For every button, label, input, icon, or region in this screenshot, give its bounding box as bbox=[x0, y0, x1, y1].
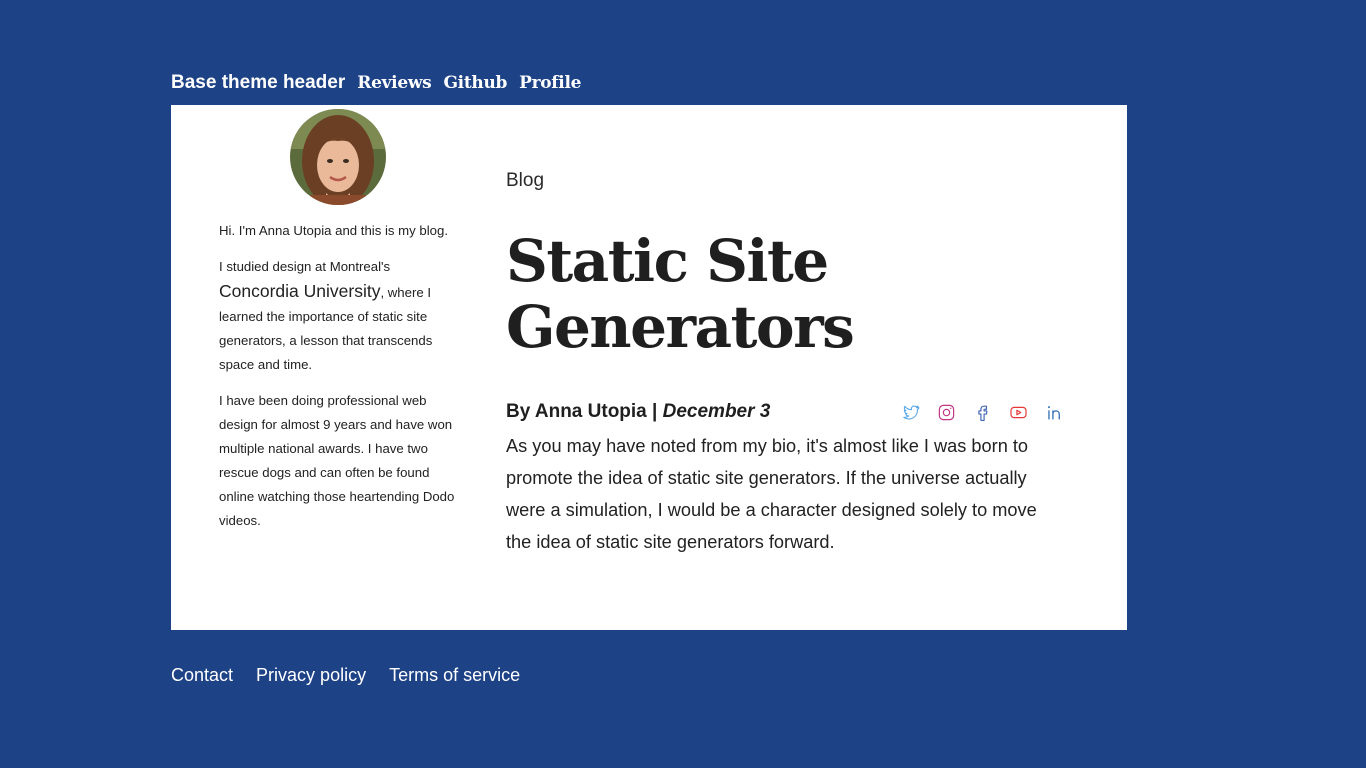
page: Base theme header Reviews Github Profile bbox=[0, 0, 1366, 768]
author-avatar bbox=[290, 109, 386, 205]
university-link[interactable]: Concordia University bbox=[219, 281, 380, 301]
site-footer: Contact Privacy policy Terms of service bbox=[171, 665, 520, 686]
footer-privacy-link[interactable]: Privacy policy bbox=[256, 665, 366, 686]
bio-paragraph: I studied design at Montreal's Concordia … bbox=[219, 255, 459, 377]
social-links bbox=[901, 403, 1064, 422]
site-title-link[interactable]: Base theme header bbox=[171, 72, 345, 94]
nav-reviews-link[interactable]: Reviews bbox=[357, 73, 432, 93]
byline-author: By Anna Utopia | bbox=[506, 401, 663, 422]
author-bio: Hi. I'm Anna Utopia and this is my blog.… bbox=[219, 219, 459, 545]
nav-profile-link[interactable]: Profile bbox=[519, 73, 581, 93]
post-byline: By Anna Utopia | December 3 bbox=[506, 401, 770, 423]
post-body: As you may have noted from my bio, it's … bbox=[506, 436, 1037, 552]
breadcrumb-blog-link[interactable]: Blog bbox=[506, 170, 544, 192]
youtube-icon[interactable] bbox=[1009, 403, 1028, 422]
site-header: Base theme header Reviews Github Profile bbox=[171, 72, 581, 94]
nav-github-link[interactable]: Github bbox=[443, 73, 507, 93]
facebook-icon[interactable] bbox=[973, 403, 992, 422]
footer-terms-link[interactable]: Terms of service bbox=[389, 665, 520, 686]
bio-paragraph: Hi. I'm Anna Utopia and this is my blog. bbox=[219, 223, 449, 238]
content-card: Hi. I'm Anna Utopia and this is my blog.… bbox=[171, 105, 1127, 630]
linkedin-icon[interactable] bbox=[1045, 403, 1064, 422]
post-date: December 3 bbox=[662, 401, 771, 422]
instagram-icon[interactable] bbox=[937, 403, 956, 422]
twitter-icon[interactable] bbox=[901, 403, 920, 422]
bio-text: I studied design at Montreal's bbox=[219, 259, 391, 274]
footer-contact-link[interactable]: Contact bbox=[171, 665, 233, 686]
post-title: Static Site Generators bbox=[506, 227, 855, 361]
bio-paragraph: I have been doing professional web desig… bbox=[219, 393, 455, 528]
